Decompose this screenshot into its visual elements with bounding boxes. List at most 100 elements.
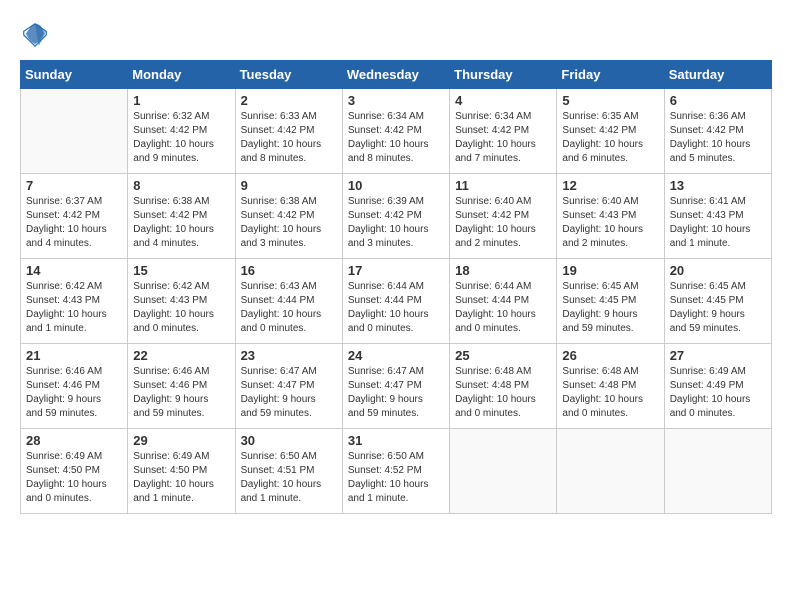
logo-icon <box>20 20 50 50</box>
cell-content: Sunrise: 6:42 AMSunset: 4:43 PMDaylight:… <box>133 280 229 336</box>
day-number: 21 <box>26 348 122 363</box>
cell-content-line: Sunset: 4:44 PM <box>241 294 337 308</box>
cell-content-line: and 1 minute. <box>670 237 766 251</box>
cell-content-line: and 0 minutes. <box>670 407 766 421</box>
cell-content-line: and 59 minutes. <box>562 322 658 336</box>
cell-content-line: Sunset: 4:44 PM <box>455 294 551 308</box>
cell-content-line: Daylight: 10 hours <box>133 138 229 152</box>
cell-content-line: and 0 minutes. <box>241 322 337 336</box>
cell-content-line: Daylight: 10 hours <box>241 478 337 492</box>
calendar-cell: 23Sunrise: 6:47 AMSunset: 4:47 PMDayligh… <box>235 344 342 429</box>
day-number: 28 <box>26 433 122 448</box>
calendar-cell: 6Sunrise: 6:36 AMSunset: 4:42 PMDaylight… <box>664 89 771 174</box>
cell-content: Sunrise: 6:48 AMSunset: 4:48 PMDaylight:… <box>562 365 658 421</box>
cell-content-line: Sunset: 4:42 PM <box>455 209 551 223</box>
cell-content-line: Sunset: 4:48 PM <box>562 379 658 393</box>
calendar-cell: 11Sunrise: 6:40 AMSunset: 4:42 PMDayligh… <box>450 174 557 259</box>
cell-content-line: Sunset: 4:42 PM <box>348 124 444 138</box>
cell-content-line: Sunset: 4:45 PM <box>670 294 766 308</box>
day-number: 7 <box>26 178 122 193</box>
calendar-cell <box>450 429 557 514</box>
calendar-week-row: 1Sunrise: 6:32 AMSunset: 4:42 PMDaylight… <box>21 89 772 174</box>
calendar-cell: 30Sunrise: 6:50 AMSunset: 4:51 PMDayligh… <box>235 429 342 514</box>
cell-content-line: Daylight: 10 hours <box>670 223 766 237</box>
cell-content-line: Sunset: 4:52 PM <box>348 464 444 478</box>
day-number: 8 <box>133 178 229 193</box>
day-number: 25 <box>455 348 551 363</box>
calendar-cell: 28Sunrise: 6:49 AMSunset: 4:50 PMDayligh… <box>21 429 128 514</box>
calendar-cell: 12Sunrise: 6:40 AMSunset: 4:43 PMDayligh… <box>557 174 664 259</box>
cell-content-line: and 1 minute. <box>348 492 444 506</box>
cell-content-line: and 4 minutes. <box>26 237 122 251</box>
cell-content-line: Daylight: 9 hours <box>26 393 122 407</box>
cell-content-line: Sunset: 4:43 PM <box>670 209 766 223</box>
cell-content-line: Sunrise: 6:44 AM <box>455 280 551 294</box>
day-number: 19 <box>562 263 658 278</box>
cell-content-line: Daylight: 10 hours <box>455 223 551 237</box>
calendar-cell: 1Sunrise: 6:32 AMSunset: 4:42 PMDaylight… <box>128 89 235 174</box>
cell-content-line: Sunrise: 6:48 AM <box>455 365 551 379</box>
cell-content-line: and 1 minute. <box>133 492 229 506</box>
calendar-cell: 15Sunrise: 6:42 AMSunset: 4:43 PMDayligh… <box>128 259 235 344</box>
cell-content-line: and 0 minutes. <box>455 407 551 421</box>
cell-content: Sunrise: 6:46 AMSunset: 4:46 PMDaylight:… <box>133 365 229 421</box>
calendar-cell <box>557 429 664 514</box>
cell-content-line: Daylight: 10 hours <box>670 393 766 407</box>
cell-content-line: Sunset: 4:47 PM <box>241 379 337 393</box>
cell-content-line: and 8 minutes. <box>348 152 444 166</box>
day-number: 27 <box>670 348 766 363</box>
cell-content-line: Sunset: 4:43 PM <box>562 209 658 223</box>
day-number: 13 <box>670 178 766 193</box>
cell-content-line: and 59 minutes. <box>348 407 444 421</box>
cell-content-line: and 59 minutes. <box>26 407 122 421</box>
cell-content-line: and 2 minutes. <box>455 237 551 251</box>
day-of-week-header: Monday <box>128 61 235 89</box>
cell-content: Sunrise: 6:43 AMSunset: 4:44 PMDaylight:… <box>241 280 337 336</box>
cell-content: Sunrise: 6:47 AMSunset: 4:47 PMDaylight:… <box>348 365 444 421</box>
cell-content-line: and 9 minutes. <box>133 152 229 166</box>
cell-content: Sunrise: 6:49 AMSunset: 4:50 PMDaylight:… <box>133 450 229 506</box>
cell-content-line: and 1 minute. <box>241 492 337 506</box>
cell-content-line: Sunrise: 6:40 AM <box>455 195 551 209</box>
cell-content-line: Daylight: 10 hours <box>562 393 658 407</box>
cell-content-line: Daylight: 10 hours <box>241 308 337 322</box>
cell-content-line: Sunrise: 6:43 AM <box>241 280 337 294</box>
cell-content-line: Sunset: 4:42 PM <box>241 209 337 223</box>
day-of-week-header: Wednesday <box>342 61 449 89</box>
cell-content-line: Daylight: 10 hours <box>455 308 551 322</box>
calendar-table: SundayMondayTuesdayWednesdayThursdayFrid… <box>20 60 772 514</box>
calendar-cell: 17Sunrise: 6:44 AMSunset: 4:44 PMDayligh… <box>342 259 449 344</box>
cell-content-line: Sunrise: 6:46 AM <box>133 365 229 379</box>
calendar-cell <box>21 89 128 174</box>
cell-content-line: Daylight: 9 hours <box>241 393 337 407</box>
cell-content-line: Daylight: 10 hours <box>241 138 337 152</box>
cell-content-line: Daylight: 10 hours <box>562 223 658 237</box>
page-header <box>20 20 772 50</box>
cell-content-line: Sunset: 4:42 PM <box>455 124 551 138</box>
cell-content-line: Daylight: 10 hours <box>133 223 229 237</box>
day-number: 30 <box>241 433 337 448</box>
cell-content: Sunrise: 6:41 AMSunset: 4:43 PMDaylight:… <box>670 195 766 251</box>
cell-content: Sunrise: 6:36 AMSunset: 4:42 PMDaylight:… <box>670 110 766 166</box>
cell-content-line: Sunrise: 6:38 AM <box>133 195 229 209</box>
cell-content-line: Daylight: 10 hours <box>348 138 444 152</box>
calendar-cell: 26Sunrise: 6:48 AMSunset: 4:48 PMDayligh… <box>557 344 664 429</box>
cell-content-line: Sunset: 4:42 PM <box>670 124 766 138</box>
calendar-cell: 13 Sunrise: 6:41 AMSunset: 4:43 PMDayligh… <box>664 174 771 259</box>
cell-content: Sunrise: 6:35 AMSunset: 4:42 PMDaylight:… <box>562 110 658 166</box>
calendar-week-row: 21 Sunrise: 6:46 AMSunset: 4:46 PMDayligh… <box>21 344 772 429</box>
cell-content: Sunrise: 6:38 AMSunset: 4:42 PMDaylight:… <box>241 195 337 251</box>
cell-content-line: and 0 minutes. <box>26 492 122 506</box>
day-number: 5 <box>562 93 658 108</box>
cell-content: Sunrise: 6:34 AMSunset: 4:42 PMDaylight:… <box>455 110 551 166</box>
calendar-cell: 18Sunrise: 6:44 AMSunset: 4:44 PMDayligh… <box>450 259 557 344</box>
cell-content-line: Sunset: 4:44 PM <box>348 294 444 308</box>
cell-content-line: and 4 minutes. <box>133 237 229 251</box>
calendar-cell: 2Sunrise: 6:33 AMSunset: 4:42 PMDaylight… <box>235 89 342 174</box>
cell-content: Sunrise: 6:45 AMSunset: 4:45 PMDaylight:… <box>562 280 658 336</box>
calendar-cell <box>664 429 771 514</box>
cell-content-line: Sunset: 4:42 PM <box>133 209 229 223</box>
day-number: 16 <box>241 263 337 278</box>
calendar-cell: 8 Sunrise: 6:38 AMSunset: 4:42 PMDaylight… <box>128 174 235 259</box>
cell-content-line: Sunrise: 6:45 AM <box>562 280 658 294</box>
